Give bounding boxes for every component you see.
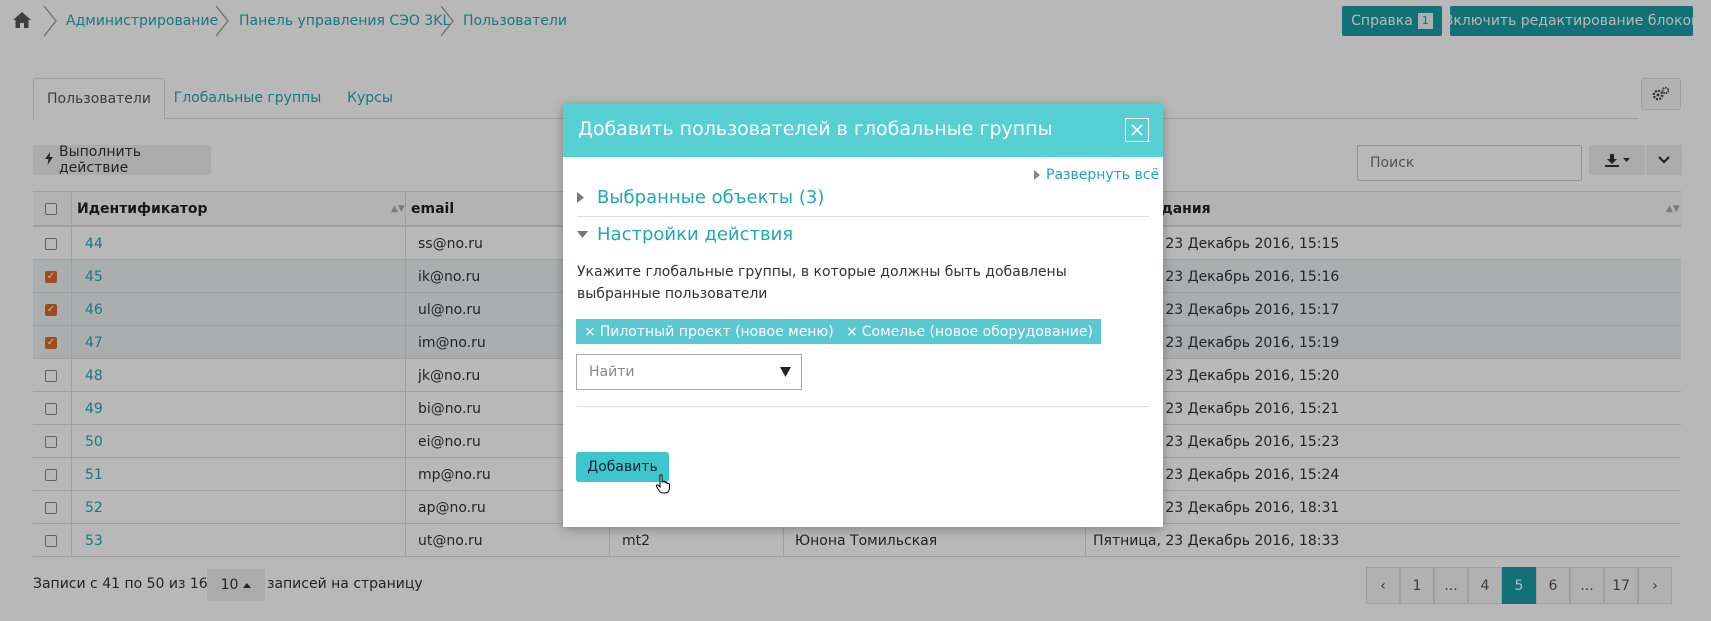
caret-right-icon (1034, 170, 1040, 180)
group-tag-label: Пилотный проект (новое меню) (599, 323, 834, 340)
modal-header: Добавить пользователей в глобальные груп… (563, 104, 1163, 157)
divider (577, 406, 1149, 407)
tag-remove-icon[interactable]: × (584, 324, 596, 340)
section-settings-label: Настройки действия (597, 224, 794, 245)
settings-description: Укажите глобальные группы, в которые дол… (577, 264, 1067, 302)
hand-cursor-icon (655, 474, 670, 494)
group-search-select[interactable]: Найти (576, 354, 802, 390)
add-to-groups-modal: Добавить пользователей в глобальные груп… (563, 104, 1163, 527)
dropdown-arrow-icon (780, 367, 791, 377)
close-icon (1131, 124, 1143, 136)
expand-all-label: Развернуть всё (1046, 167, 1160, 183)
modal-title: Добавить пользователей в глобальные груп… (578, 118, 1053, 140)
group-search-placeholder: Найти (589, 364, 635, 380)
section-settings-toggle[interactable]: Настройки действия (577, 224, 793, 245)
section-selected-label: Выбранные объекты (3) (597, 187, 825, 208)
section-selected-toggle[interactable]: Выбранные объекты (3) (577, 187, 824, 208)
group-tag-sommelier[interactable]: × Сомелье (новое оборудование) (838, 319, 1101, 344)
group-tag-label: Сомелье (новое оборудование) (861, 323, 1093, 340)
expand-all-link[interactable]: Развернуть всё (1034, 167, 1159, 183)
divider (577, 216, 1149, 217)
tag-remove-icon[interactable]: × (846, 324, 858, 340)
modal-close-button[interactable] (1125, 118, 1149, 142)
caret-right-icon (577, 192, 584, 203)
caret-down-icon (577, 231, 588, 238)
group-tag-pilot[interactable]: × Пилотный проект (новое меню) (576, 319, 842, 344)
